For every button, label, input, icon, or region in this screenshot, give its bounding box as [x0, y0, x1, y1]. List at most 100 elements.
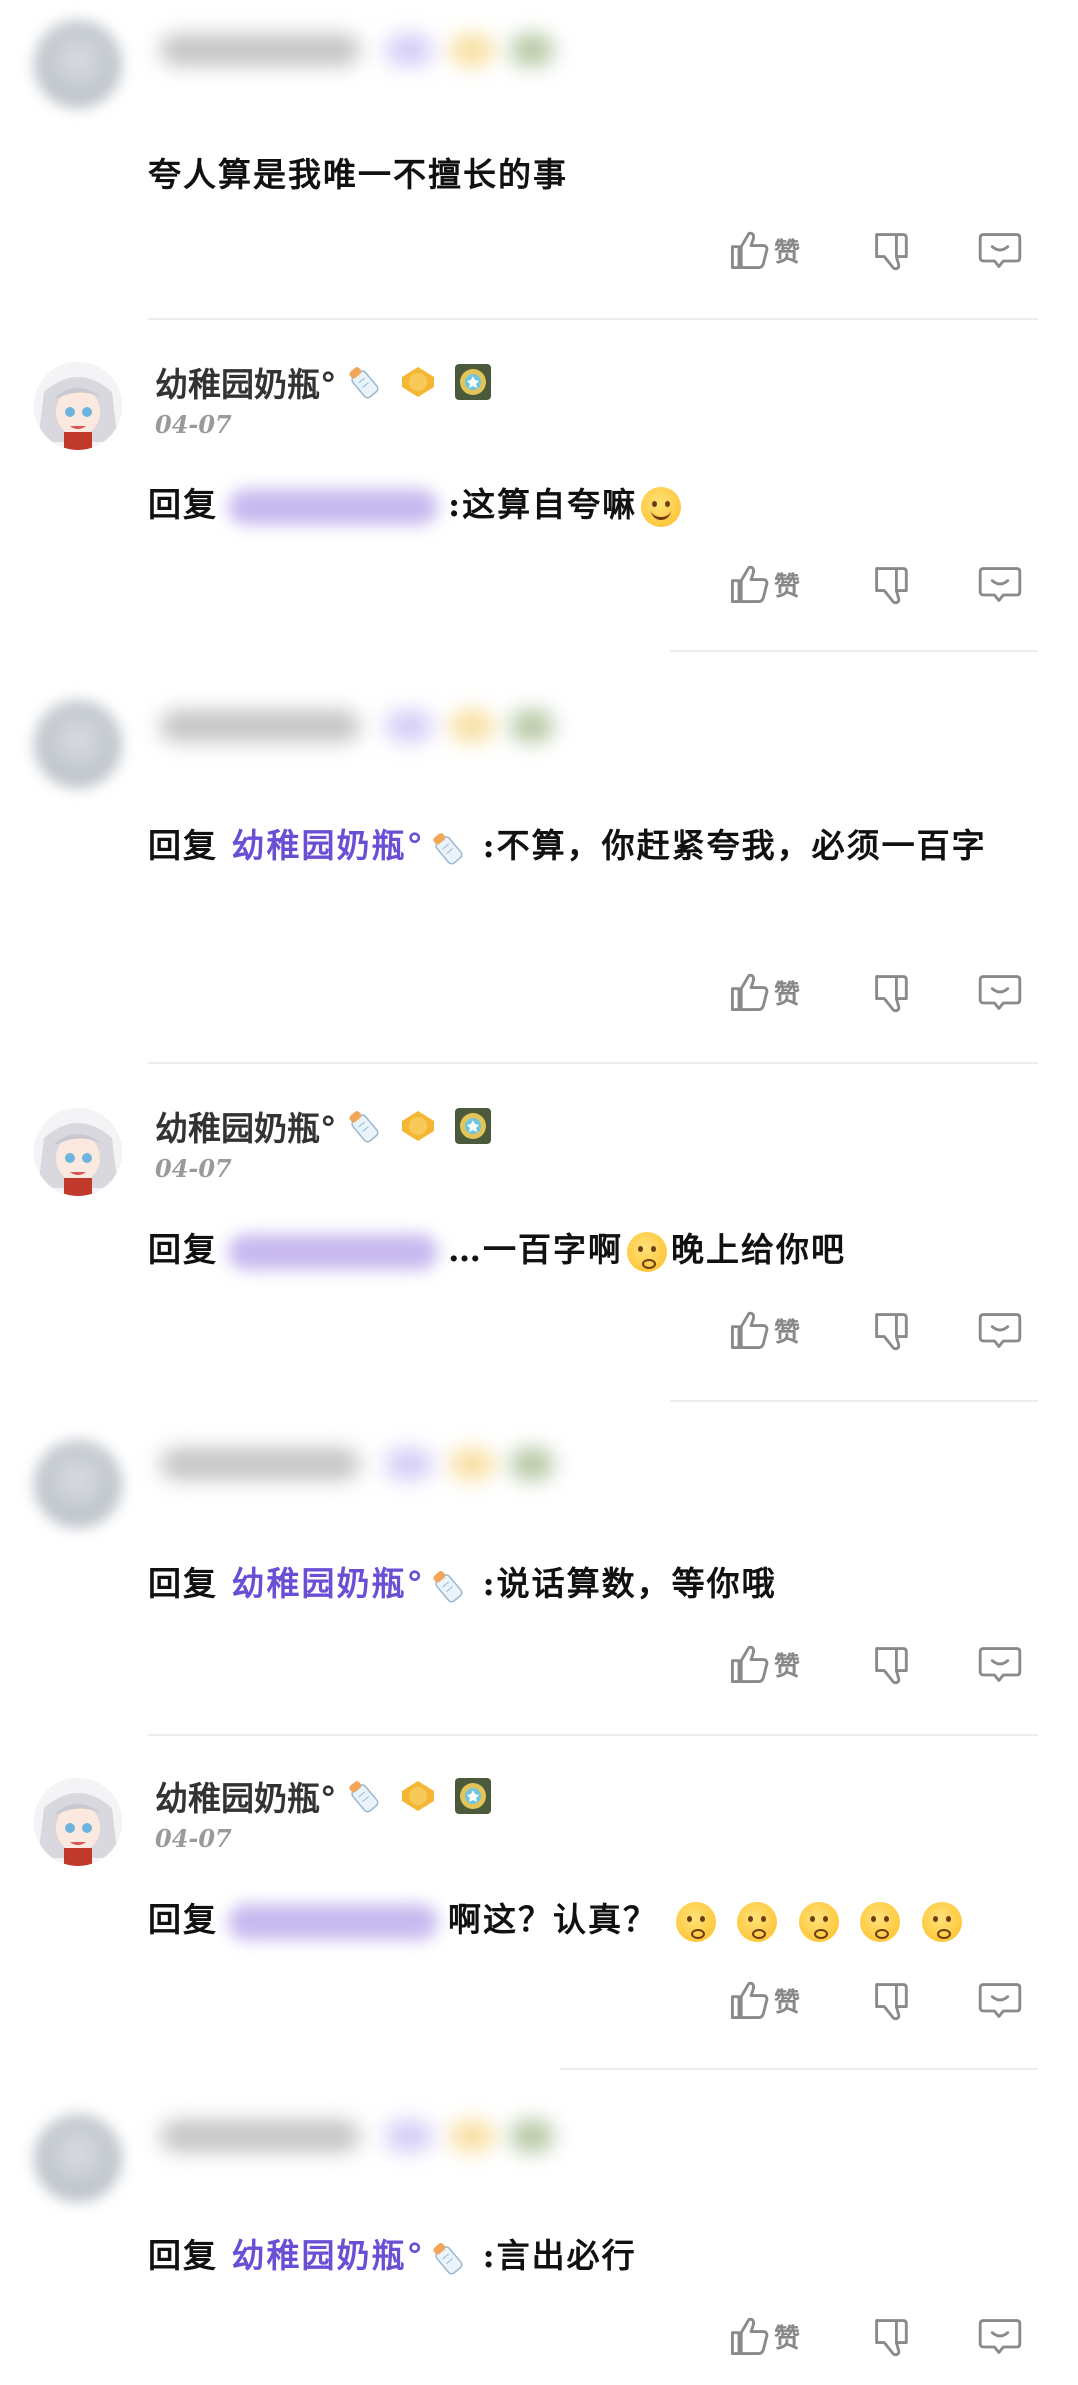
reply-prefix: 回复: [148, 485, 218, 524]
username-blurred: [150, 2110, 570, 2160]
avatar[interactable]: [34, 362, 122, 450]
comment-actions: 赞: [0, 1642, 1078, 1692]
reply-prefix: 回复: [148, 1564, 218, 1603]
like-button[interactable]: 赞: [728, 562, 800, 606]
username-text: 幼稚园奶瓶°: [155, 365, 337, 404]
mention-blurred[interactable]: [228, 1904, 438, 1940]
chat-bubble-icon: [978, 1978, 1022, 2022]
shy-emoji-icon: [798, 1902, 839, 1942]
dislike-button[interactable]: [870, 1978, 914, 2022]
chat-bubble-icon: [978, 562, 1022, 606]
username[interactable]: 幼稚园奶瓶°: [155, 1102, 493, 1150]
baby-bottle-icon: [341, 1106, 385, 1146]
thumbs-up-icon: [728, 228, 772, 272]
level-badge-icon: [399, 1779, 437, 1813]
comment-body: :说话算数，等你哦: [482, 1564, 777, 1603]
comment-actions: 赞: [0, 562, 1078, 612]
baby-bottle-icon: [341, 362, 385, 402]
mention-link[interactable]: 幼稚园奶瓶°: [232, 1564, 426, 1603]
comment-body: …一百字啊: [448, 1230, 623, 1269]
thumbs-up-icon: [728, 562, 772, 606]
baby-bottle-icon: [425, 828, 469, 868]
avatar[interactable]: [34, 20, 122, 108]
like-label: 赞: [774, 571, 801, 602]
like-label: 赞: [774, 1651, 801, 1682]
shy-emoji-icon: [921, 1902, 962, 1942]
reply-button[interactable]: [978, 228, 1022, 272]
comment-text: 回复 啊这？认真？: [148, 1890, 1038, 1950]
comment-actions: 赞: [0, 970, 1078, 1020]
medal-icon: [453, 1776, 493, 1816]
comment-text: 回复 :这算自夸嘛: [148, 475, 1038, 535]
like-button[interactable]: 赞: [728, 1642, 800, 1686]
dislike-button[interactable]: [870, 2314, 914, 2358]
comment-body-continued: 晚上给你吧: [671, 1230, 846, 1269]
username-blurred: [150, 1438, 570, 1488]
comment-body: :不算，你赶紧夸我，必须一百字: [482, 826, 987, 865]
chat-bubble-icon: [978, 2314, 1022, 2358]
like-button[interactable]: 赞: [728, 970, 800, 1014]
comment-text: 回复 …一百字啊 晚上给你吧: [148, 1220, 1038, 1280]
reply-button[interactable]: [978, 970, 1022, 1014]
reply-prefix: 回复: [148, 1230, 218, 1269]
avatar[interactable]: [34, 2114, 122, 2202]
reply-button[interactable]: [978, 1308, 1022, 1352]
dislike-button[interactable]: [870, 562, 914, 606]
mention-blurred[interactable]: [228, 1234, 438, 1270]
avatar[interactable]: [34, 1440, 122, 1528]
comment-body: :这算自夸嘛: [448, 485, 638, 524]
like-button[interactable]: 赞: [728, 1308, 800, 1352]
thumbs-up-icon: [728, 1978, 772, 2022]
comment-body: :言出必行: [482, 2236, 637, 2275]
reply-button[interactable]: [978, 2314, 1022, 2358]
like-label: 赞: [774, 237, 801, 268]
username[interactable]: 幼稚园奶瓶°: [155, 358, 493, 406]
thumbs-down-icon: [870, 562, 914, 606]
divider: [148, 1062, 1038, 1064]
like-button[interactable]: 赞: [728, 2314, 800, 2358]
comment-date: 04-07: [155, 1824, 232, 1853]
dislike-button[interactable]: [870, 970, 914, 1014]
avatar[interactable]: [34, 1778, 122, 1866]
shy-emoji-icon: [737, 1902, 777, 1942]
mention-link[interactable]: 幼稚园奶瓶°: [232, 826, 426, 865]
comment-date: 04-07: [155, 410, 232, 439]
thumbs-down-icon: [870, 1642, 914, 1686]
username[interactable]: 幼稚园奶瓶°: [155, 1772, 493, 1820]
level-badge-icon: [399, 365, 437, 399]
dislike-button[interactable]: [870, 228, 914, 272]
comment-text: 夸人算是我唯一不擅长的事: [148, 145, 1038, 205]
like-label: 赞: [774, 1987, 801, 2018]
divider: [670, 1400, 1038, 1402]
like-button[interactable]: 赞: [728, 228, 800, 272]
like-label: 赞: [774, 1317, 801, 1348]
dislike-button[interactable]: [870, 1308, 914, 1352]
reply-button[interactable]: [978, 562, 1022, 606]
medal-icon: [453, 362, 493, 402]
like-label: 赞: [774, 2323, 801, 2354]
reply-prefix: 回复: [148, 1900, 218, 1939]
chat-bubble-icon: [978, 1308, 1022, 1352]
username-text: 幼稚园奶瓶°: [155, 1779, 337, 1818]
thumbs-up-icon: [728, 2314, 772, 2358]
reply-button[interactable]: [978, 1642, 1022, 1686]
chat-bubble-icon: [978, 970, 1022, 1014]
comment-actions: 赞: [0, 2314, 1078, 2364]
like-button[interactable]: 赞: [728, 1978, 800, 2022]
divider: [148, 318, 1038, 320]
divider: [670, 650, 1038, 652]
avatar-image: [34, 1108, 122, 1196]
baby-bottle-icon: [341, 1776, 385, 1816]
baby-bottle-icon: [425, 1566, 469, 1606]
thumbs-down-icon: [870, 228, 914, 272]
dislike-button[interactable]: [870, 1642, 914, 1686]
mention-link[interactable]: 幼稚园奶瓶°: [232, 2236, 426, 2275]
chat-bubble-icon: [978, 1642, 1022, 1686]
username-text: 幼稚园奶瓶°: [155, 1109, 337, 1148]
reply-button[interactable]: [978, 1978, 1022, 2022]
avatar[interactable]: [34, 700, 122, 788]
mention-blurred[interactable]: [228, 489, 438, 525]
avatar[interactable]: [34, 1108, 122, 1196]
medal-icon: [453, 1106, 493, 1146]
thumbs-up-icon: [728, 1642, 772, 1686]
